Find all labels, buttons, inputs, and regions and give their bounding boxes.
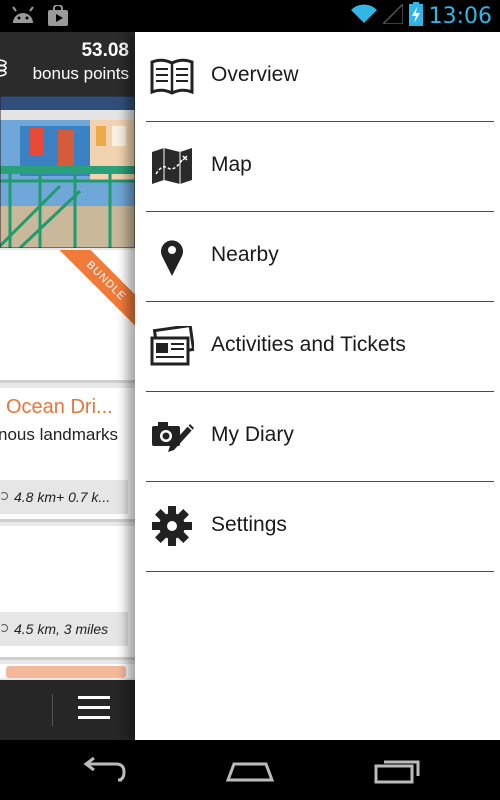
navigation-drawer: Overview Map Nearby Activities and Ticke… [135,32,500,740]
signal-icon [380,1,404,29]
drawer-item-activities-and-tickets[interactable]: Activities and Tickets [146,302,494,392]
route-icon [0,492,8,500]
tour-card[interactable]: Ocean Dri... nous landmarks 4.8 km+ 0.7 … [0,388,135,522]
system-nav-bar [0,740,500,800]
clock: 13:06 [428,3,492,29]
toolbar-divider [52,694,53,726]
distance-text: 4.8 km+ 0.7 k... [14,489,111,505]
drawer-item-label: My Diary [211,423,294,446]
drawer-item-label: Nearby [211,243,279,266]
coins-icon [0,58,8,83]
location-pin-icon [150,236,194,276]
drawer-item-label: Overview [211,63,299,86]
background-app: 53.08 bonus points BUNDLE Ocean Dri... n… [0,32,135,740]
tour-card[interactable]: 4.5 km, 3 miles [0,526,135,660]
tickets-icon [150,323,196,366]
book-icon [150,56,194,96]
route-icon [0,624,8,632]
back-button[interactable] [78,756,128,784]
bonus-label: bonus points [32,64,129,83]
bundle-ribbon: BUNDLE [59,250,135,328]
bonus-points-bar[interactable]: 53.08 bonus points [0,32,135,96]
bottom-toolbar [0,680,135,740]
map-icon [150,146,194,186]
tour-card-partial[interactable] [0,664,135,678]
menu-icon[interactable] [78,696,110,722]
drawer-item-label: Map [211,153,252,176]
drawer-item-label: Settings [211,513,287,536]
distance-box: 4.5 km, 3 miles [0,612,128,646]
tour-title: Ocean Dri... [6,396,113,418]
drawer-item-overview[interactable]: Overview [146,32,494,122]
gear-icon [150,506,194,546]
tour-photo[interactable] [0,96,135,248]
distance-text: 4.5 km, 3 miles [14,621,109,637]
android-debug-icon [10,5,36,32]
home-button[interactable] [225,756,275,784]
camera-pencil-icon [150,416,194,456]
battery-charging-icon [408,1,423,31]
drawer-item-label: Activities and Tickets [211,333,406,356]
distance-box: 4.8 km+ 0.7 k... [0,480,128,514]
status-bar: 13:06 [0,0,500,32]
drawer-item-map[interactable]: Map [146,122,494,212]
recents-button[interactable] [374,756,424,784]
drawer-item-settings[interactable]: Settings [146,482,494,572]
wifi-icon [350,3,377,29]
drawer-item-nearby[interactable]: Nearby [146,212,494,302]
tour-card-bundle[interactable]: BUNDLE [0,250,135,383]
bonus-value: 53.08 [81,40,129,61]
tour-subtitle: nous landmarks [0,425,119,444]
drawer-item-my-diary[interactable]: My Diary [146,392,494,482]
store-notification-icon [46,4,70,32]
